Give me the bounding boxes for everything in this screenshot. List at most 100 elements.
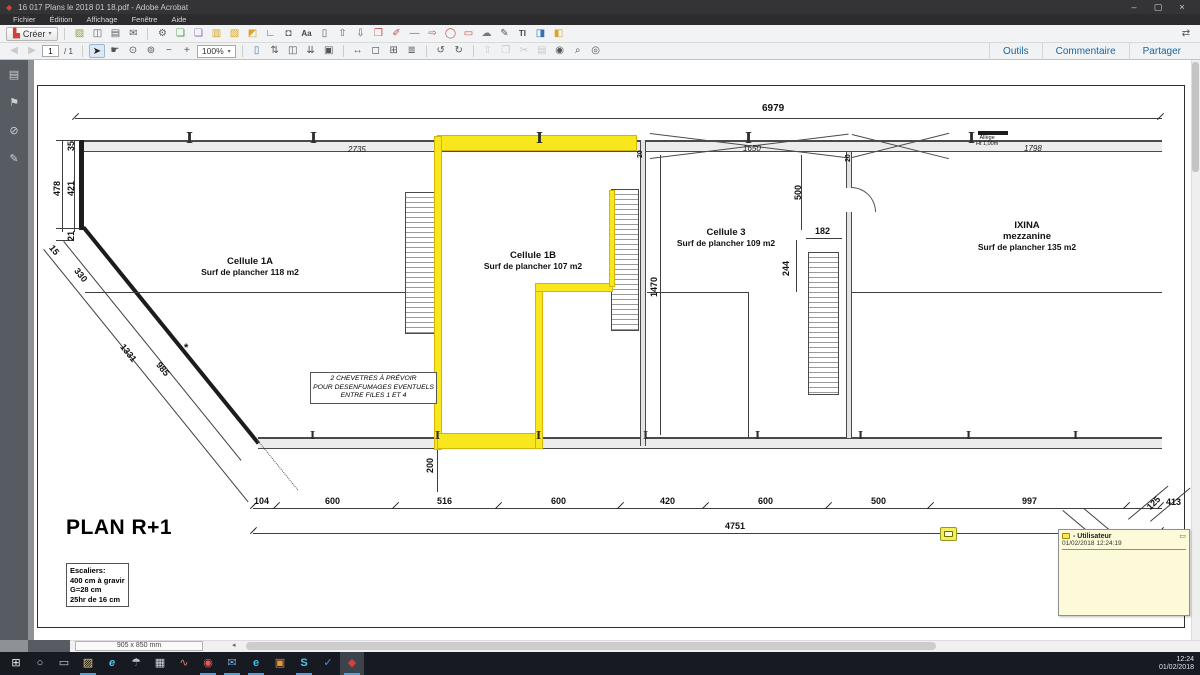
enable-scrolling-icon[interactable]: ⇅ [267, 44, 283, 58]
highlighter-icon[interactable]: ✐ [388, 27, 404, 41]
internet-explorer-icon[interactable]: e [100, 652, 124, 675]
fit-one-page-icon[interactable]: ◻ [368, 44, 384, 58]
next-page-icon[interactable]: ▶ [24, 44, 40, 58]
clock[interactable]: 12:24 01/02/2018 [1159, 656, 1194, 672]
photos-icon[interactable]: ☂ [124, 652, 148, 675]
create-button[interactable]: ▙ Créer ▾ [6, 27, 58, 41]
sticky-note-tool-icon[interactable]: ❏ [172, 27, 188, 41]
rotate-cw-icon[interactable]: ↻ [451, 44, 467, 58]
rectangle-tool-icon[interactable]: ▭ [460, 27, 476, 41]
task-view-button[interactable]: ▭ [52, 652, 76, 675]
page-thumbnails-icon[interactable]: ▤ [0, 68, 28, 81]
zoom-pan-window-icon[interactable]: ⊞ [386, 44, 402, 58]
advanced-search-icon[interactable]: ◎ [588, 44, 604, 58]
comment-options-icon[interactable]: ▭ [1179, 532, 1186, 540]
close-button[interactable]: × [1170, 0, 1194, 14]
line-tool-icon[interactable]: — [406, 27, 422, 41]
todo-icon[interactable]: ✓ [316, 652, 340, 675]
pencil-tool-icon[interactable]: ✎ [496, 27, 512, 41]
line-weights-icon[interactable]: ≣ [404, 44, 420, 58]
email-icon[interactable]: ✉ [125, 27, 141, 41]
copy-icon[interactable]: ❐ [498, 44, 514, 58]
save-file-icon[interactable]: ◫ [89, 27, 105, 41]
mail-icon[interactable]: ✉ [220, 652, 244, 675]
stocks-icon[interactable]: ∿ [172, 652, 196, 675]
menu-fichier[interactable]: Fichier [6, 14, 43, 25]
office-icon[interactable]: ▣ [268, 652, 292, 675]
open-file-icon[interactable]: ▨ [71, 27, 87, 41]
cut-icon[interactable]: ✂ [516, 44, 532, 58]
insert-pages-icon[interactable]: ◧ [550, 27, 566, 41]
sticky-note-annotation[interactable] [940, 527, 957, 541]
acrobat-icon[interactable]: ◆ [340, 652, 364, 675]
page-number-input[interactable] [42, 45, 59, 57]
menu-fenetre[interactable]: Fenêtre [125, 14, 165, 25]
comments-panel-icon[interactable]: ✎ [0, 152, 28, 165]
skype-icon[interactable]: S [292, 652, 316, 675]
separator [64, 28, 65, 40]
dim-label: 600 [551, 496, 566, 506]
settings-gear-icon[interactable]: ⚙ [154, 27, 170, 41]
marquee-zoom-icon[interactable]: ⊙ [125, 44, 141, 58]
text-box-tool-icon[interactable]: TI [514, 27, 530, 41]
single-page-view-icon[interactable]: ▯ [249, 44, 265, 58]
camera-icon[interactable]: ◉ [196, 652, 220, 675]
cloud-tool-icon[interactable]: ☁ [478, 27, 494, 41]
drawing-frame [37, 85, 1185, 628]
arrow-tool-icon[interactable]: ⇨ [424, 27, 440, 41]
export-pdf-icon[interactable]: ▥ [208, 27, 224, 41]
allege-label: Allège Ht 1,00m [976, 136, 998, 147]
print-icon[interactable]: ▤ [107, 27, 123, 41]
upload-document-icon[interactable]: ⇧ [334, 27, 350, 41]
quick-tools-icons: ▨◫▤✉⚙❏❏▥▧◩∟◘Aa▯⇧⇩❒✐—⇨◯▭☁✎TI◨◧ [71, 27, 566, 41]
callout-tool-icon[interactable]: ❏ [190, 27, 206, 41]
add-text-icon[interactable]: Aa [298, 27, 314, 41]
scroll-left-arrow[interactable]: ◂ [232, 641, 236, 649]
menu-aide[interactable]: Aide [164, 14, 193, 25]
calculator-icon[interactable]: ▦ [148, 652, 172, 675]
attach-file-icon[interactable]: ◨ [532, 27, 548, 41]
cortana-search-button[interactable]: ○ [28, 652, 52, 675]
text-edit-markup-icon[interactable]: ❒ [370, 27, 386, 41]
two-page-scrolling-icon[interactable]: ⇊ [303, 44, 319, 58]
zoom-out-icon[interactable]: − [161, 44, 177, 58]
tab-commentaire[interactable]: Commentaire [1042, 43, 1129, 60]
bookmarks-icon[interactable]: ⚑ [0, 96, 28, 109]
hand-tool-icon[interactable]: ☛ [107, 44, 123, 58]
snapshot-icon[interactable]: ◉ [552, 44, 568, 58]
minimize-button[interactable]: – [1122, 0, 1146, 14]
oval-tool-icon[interactable]: ◯ [442, 27, 458, 41]
page-template-icon[interactable]: ▯ [316, 27, 332, 41]
menu-affichage[interactable]: Affichage [79, 14, 124, 25]
two-page-view-icon[interactable]: ◫ [285, 44, 301, 58]
tab-partager[interactable]: Partager [1129, 43, 1194, 60]
vertical-scrollbar-thumb[interactable] [1192, 62, 1199, 172]
full-screen-mode-icon[interactable]: ▣ [321, 44, 337, 58]
edge-icon[interactable]: e [244, 652, 268, 675]
comment-popup[interactable]: - Utilisateur ▭ 01/02/2018 12:24:19 [1058, 529, 1190, 616]
find-icon[interactable]: ⌕ [570, 44, 586, 58]
rotate-ccw-icon[interactable]: ↺ [433, 44, 449, 58]
select-tool-icon[interactable]: ➤ [89, 44, 105, 58]
horizontal-scrollbar-thumb[interactable] [246, 642, 936, 650]
loupe-zoom-icon[interactable]: ⊚ [143, 44, 159, 58]
combine-files-icon[interactable]: ◩ [244, 27, 260, 41]
download-document-icon[interactable]: ⇩ [352, 27, 368, 41]
export-file-icon[interactable]: ⇧ [480, 44, 496, 58]
maximize-button[interactable]: ▢ [1146, 0, 1170, 14]
previous-page-icon[interactable]: ◀ [6, 44, 22, 58]
customize-toolbar-icon[interactable]: ⇄ [1178, 27, 1194, 41]
fit-width-icon[interactable]: ↔ [350, 44, 366, 58]
acrobat-logo-icon: ◆ [6, 3, 12, 12]
create-pdf-icon[interactable]: ▧ [226, 27, 242, 41]
paste-icon[interactable]: ▤ [534, 44, 550, 58]
zoom-in-icon[interactable]: + [179, 44, 195, 58]
file-explorer-icon[interactable]: ▨ [76, 652, 100, 675]
start-button[interactable]: ⊞ [4, 652, 28, 675]
stamp-tool-icon[interactable]: ◘ [280, 27, 296, 41]
menu-edition[interactable]: Édition [43, 14, 80, 25]
tab-outils[interactable]: Outils [989, 43, 1042, 60]
measure-tool-icon[interactable]: ∟ [262, 27, 278, 41]
attachments-icon[interactable]: ⊘ [0, 124, 28, 137]
zoom-level-select[interactable]: 100% ▾ [197, 45, 236, 58]
